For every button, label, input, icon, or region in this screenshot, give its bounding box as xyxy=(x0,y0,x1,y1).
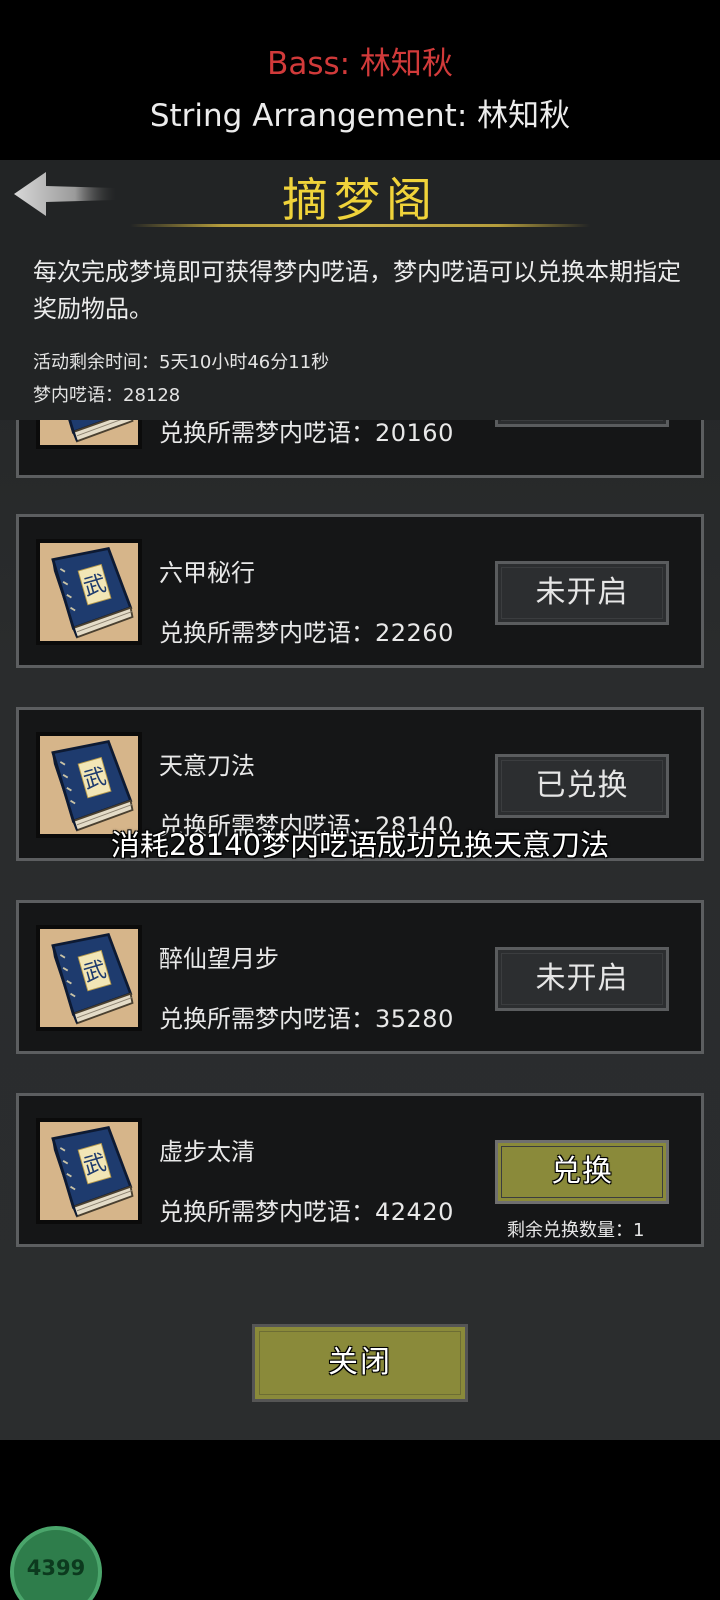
item-name: 虚步太清 xyxy=(159,1138,255,1166)
item-cost: 兑换所需梦内呓语：22260 xyxy=(159,613,454,648)
points-balance: 梦内呓语：28128 xyxy=(33,381,180,407)
cost-label: 兑换所需梦内呓语： xyxy=(159,1198,375,1226)
credit-bass: Bass: 林知秋 xyxy=(0,38,720,83)
not-open-button[interactable]: 未开启 xyxy=(495,561,669,625)
not-open-button[interactable]: 未开启 xyxy=(495,947,669,1011)
item-name: 醉仙望月步 xyxy=(159,945,279,973)
martial-book-icon xyxy=(36,1118,142,1224)
badge-icon[interactable]: 4399 xyxy=(10,1526,102,1600)
points-value: 28128 xyxy=(123,385,181,406)
item-name: 天意刀法 xyxy=(159,752,255,780)
event-timer: 活动剩余时间：5天10小时46分11秒 xyxy=(33,348,329,374)
event-description: 每次完成梦境即可获得梦内呓语，梦内呓语可以兑换本期指定奖励物品。 xyxy=(33,258,681,323)
badge-value: 4399 xyxy=(26,1556,86,1580)
exchange-toast: 消耗28140梦内呓语成功兑换天意刀法 xyxy=(110,828,610,862)
cost-label: 兑换所需梦内呓语： xyxy=(159,619,375,647)
credit-string-arrangement: String Arrangement: 林知秋 xyxy=(149,98,571,134)
video-credits: Bass: 林知秋 String Arrangement: 林知秋 xyxy=(0,0,720,160)
martial-book-icon xyxy=(36,925,142,1031)
remaining-count: 剩余兑换数量：1 xyxy=(507,1220,645,1241)
cost-value: 35280 xyxy=(375,1005,454,1033)
close-button[interactable]: 关闭 xyxy=(252,1324,468,1402)
item-cost: 兑换所需梦内呓语：35280 xyxy=(159,999,454,1034)
cost-value: 20160 xyxy=(375,419,454,447)
item-card-3: 醉仙望月步 兑换所需梦内呓语：35280 未开启 xyxy=(16,900,704,1054)
timer-value: 5天10小时46分11秒 xyxy=(159,352,330,373)
item-name: 六甲秘行 xyxy=(159,559,255,587)
cost-value: 42420 xyxy=(375,1198,454,1226)
exchange-button[interactable]: 兑换 xyxy=(495,1140,669,1204)
martial-book-icon xyxy=(36,539,142,645)
cost-value: 22260 xyxy=(375,619,454,647)
title-divider xyxy=(130,224,590,227)
page-title: 摘梦阁 xyxy=(282,173,438,227)
cost-label: 兑换所需梦内呓语： xyxy=(159,419,375,447)
cost-label: 兑换所需梦内呓语： xyxy=(159,1005,375,1033)
exchanged-button[interactable]: 已兑换 xyxy=(495,754,669,818)
timer-label: 活动剩余时间： xyxy=(33,352,159,373)
item-card-4: 虚步太清 兑换所需梦内呓语：42420 兑换 剩余兑换数量：1 xyxy=(16,1093,704,1247)
points-label: 梦内呓语： xyxy=(33,385,123,406)
item-cost: 兑换所需梦内呓语：42420 xyxy=(159,1192,454,1227)
credit-bass-text: Bass: 林知秋 xyxy=(267,46,453,82)
item-card-1: 六甲秘行 兑换所需梦内呓语：22260 未开启 xyxy=(16,514,704,668)
